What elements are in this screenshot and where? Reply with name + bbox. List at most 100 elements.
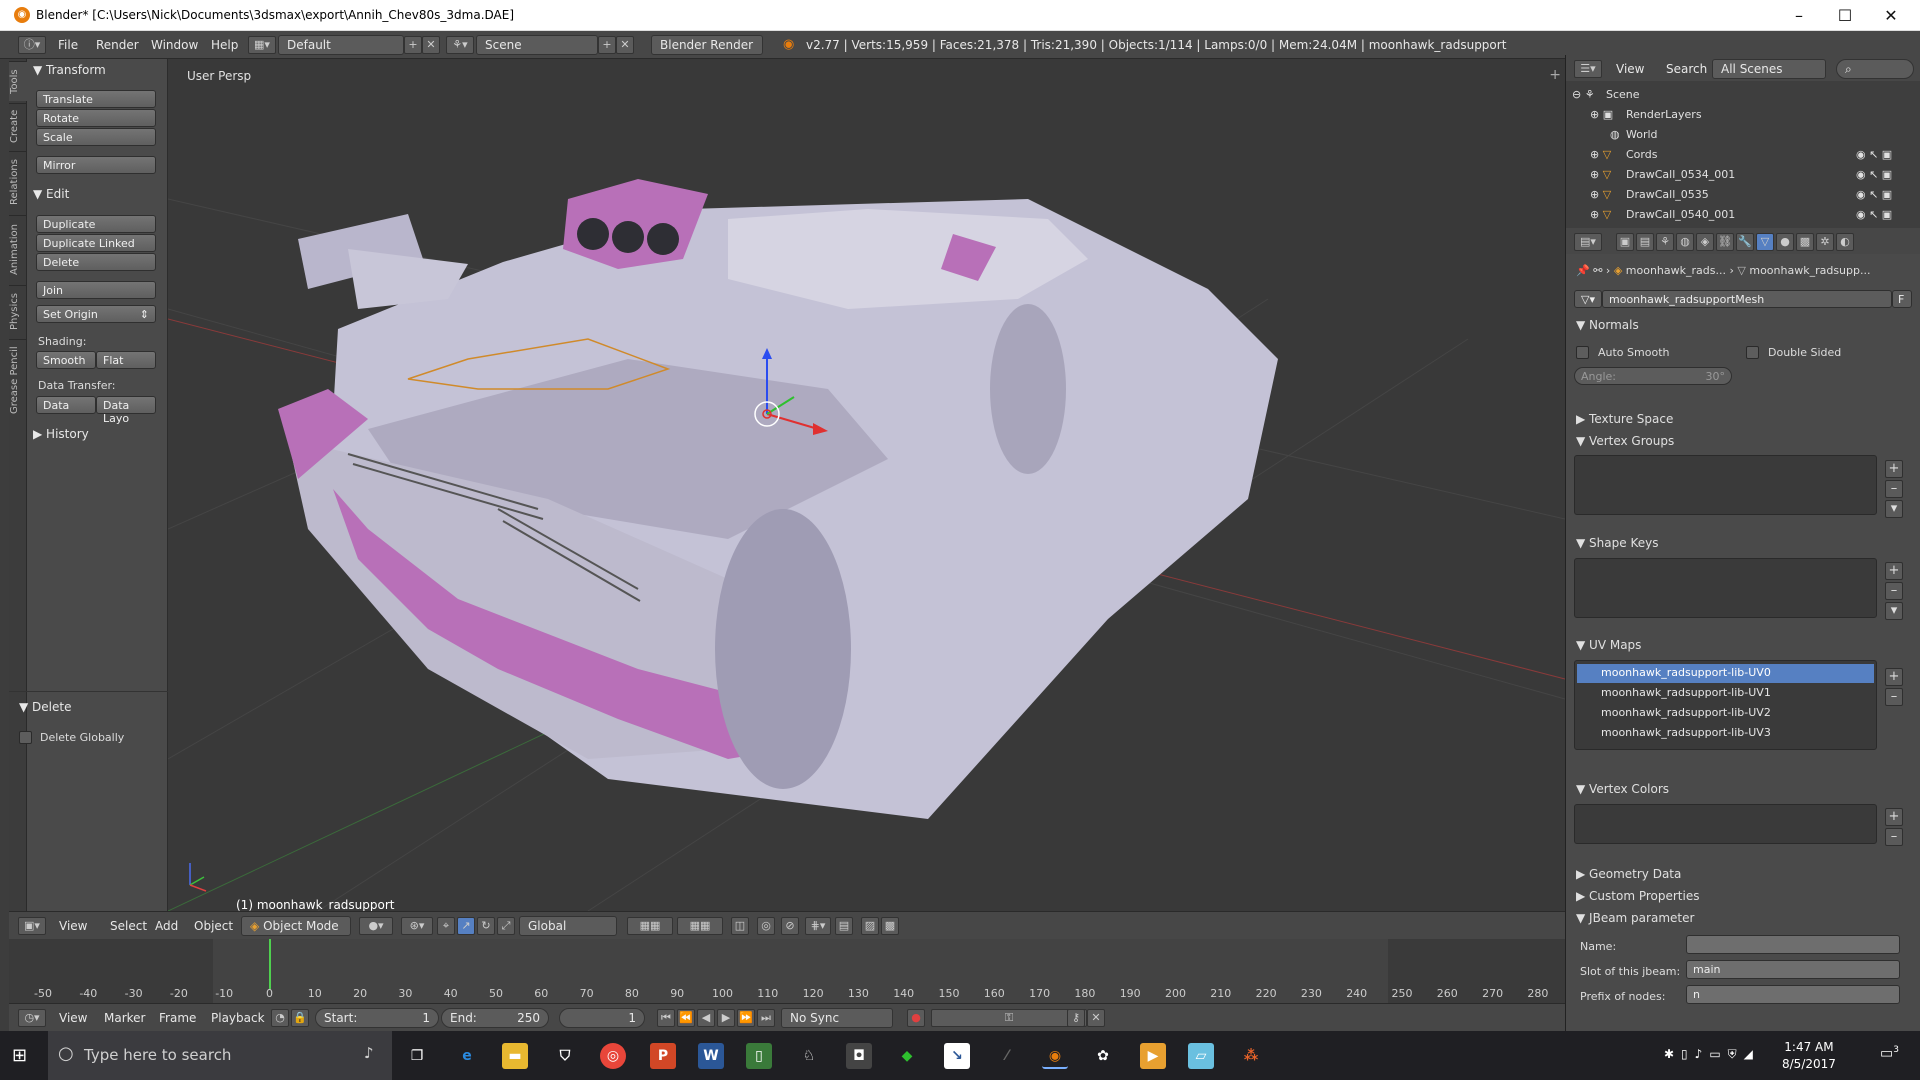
- uv-maps-list[interactable]: moonhawk_radsupport-lib-UV0 moonhawk_rad…: [1574, 660, 1877, 750]
- uv-map-item-3[interactable]: moonhawk_radsupport-lib-UV3: [1577, 724, 1874, 743]
- mesh-browse-icon[interactable]: ▽▾: [1574, 290, 1602, 308]
- outliner-row-scene[interactable]: ⊖ ⚘ Scene: [1566, 85, 1920, 105]
- modifiers-tab-icon[interactable]: 🔧: [1736, 233, 1754, 251]
- rotate-manipulator-icon[interactable]: ↻: [477, 917, 495, 935]
- scene-icon[interactable]: ⚘▾: [446, 36, 474, 54]
- sync-mode-dropdown[interactable]: No Sync: [781, 1008, 893, 1028]
- menu-file[interactable]: File: [58, 38, 78, 52]
- scene-tab-icon[interactable]: ⚘: [1656, 233, 1674, 251]
- remove-layout-icon[interactable]: ✕: [422, 36, 440, 54]
- shape-key-remove-button[interactable]: –: [1885, 582, 1903, 600]
- delete-globally-checkbox[interactable]: [19, 731, 32, 744]
- layers-grid-a[interactable]: ▦▦: [627, 917, 673, 935]
- screen-layout-icon[interactable]: ▦▾: [248, 36, 276, 54]
- menu-select[interactable]: Select: [110, 919, 147, 933]
- delete-button[interactable]: Delete: [36, 253, 156, 271]
- tab-tools[interactable]: Tools: [9, 61, 27, 101]
- outliner-display-mode-dropdown[interactable]: All Scenes: [1712, 59, 1826, 79]
- app-icon-9[interactable]: ▱: [1188, 1043, 1214, 1069]
- remove-scene-icon[interactable]: ✕: [616, 36, 634, 54]
- snap-target-icon[interactable]: ▤: [835, 917, 853, 935]
- shape-key-add-button[interactable]: +: [1885, 562, 1903, 580]
- scale-manipulator-icon[interactable]: ⤢: [497, 917, 515, 935]
- outliner-row-drawcall-0534[interactable]: ⊕ ▽ DrawCall_0534_001 ◉ ↖ ▣: [1566, 165, 1920, 185]
- vertex-groups-panel-header[interactable]: ▼ Vertex Groups: [1576, 434, 1674, 448]
- app-icon-2[interactable]: ♘: [796, 1043, 822, 1069]
- microphone-icon[interactable]: ♪: [364, 1044, 374, 1062]
- uv-map-item-1[interactable]: moonhawk_radsupport-lib-UV1: [1577, 684, 1874, 703]
- texture-space-panel-header[interactable]: ▶ Texture Space: [1576, 412, 1673, 426]
- jbeam-name-input[interactable]: [1686, 935, 1900, 954]
- outliner-search-input[interactable]: ⌕: [1836, 59, 1914, 79]
- object-tab-icon[interactable]: ◈: [1696, 233, 1714, 251]
- render-engine-dropdown[interactable]: Blender Render: [651, 35, 763, 55]
- mesh-name-field[interactable]: moonhawk_radsupportMesh: [1602, 290, 1892, 308]
- tab-relations[interactable]: Relations: [9, 151, 27, 213]
- blender-taskbar-icon[interactable]: ◉: [1042, 1043, 1068, 1069]
- add-scene-icon[interactable]: +: [598, 36, 616, 54]
- translate-manipulator-icon[interactable]: ↗: [457, 917, 475, 935]
- close-button[interactable]: ✕: [1868, 0, 1914, 31]
- texture-tab-icon[interactable]: ▩: [1796, 233, 1814, 251]
- timeline[interactable]: -50 -40 -30 -20 -10 0 10 20 30 40 50 60 70 80 90 100 110…: [9, 939, 1565, 1003]
- outliner-row-drawcall-0535[interactable]: ⊕ ▽ DrawCall_0535 ◉ ↖ ▣: [1566, 185, 1920, 205]
- transform-panel-header[interactable]: ▼ Transform: [33, 63, 106, 77]
- vertex-colors-panel-header[interactable]: ▼ Vertex Colors: [1576, 782, 1669, 796]
- editor-type-icon[interactable]: ⓘ▾: [18, 36, 46, 54]
- translate-button[interactable]: Translate: [36, 90, 156, 108]
- minimize-button[interactable]: –: [1776, 0, 1822, 31]
- interaction-mode-dropdown[interactable]: ◈ Object Mode: [241, 916, 351, 936]
- app-icon-7[interactable]: ✿: [1090, 1043, 1116, 1069]
- store-icon[interactable]: ⛉: [552, 1043, 578, 1069]
- next-keyframe-icon[interactable]: ⏩: [737, 1009, 755, 1027]
- data-layout-button[interactable]: Data Layo: [96, 396, 156, 425]
- jump-start-icon[interactable]: ⏮: [657, 1009, 675, 1027]
- pivot-point-icon[interactable]: ⊛▾: [401, 917, 433, 935]
- lock-camera-icon[interactable]: ◫: [731, 917, 749, 935]
- screen-layout-dropdown[interactable]: Default: [278, 35, 404, 55]
- smooth-button[interactable]: Smooth: [36, 351, 96, 369]
- menu-frame[interactable]: Frame: [159, 1011, 196, 1025]
- app-icon-6[interactable]: ⁄: [994, 1043, 1020, 1069]
- duplicate-linked-button[interactable]: Duplicate Linked: [36, 234, 156, 252]
- prev-keyframe-icon[interactable]: ⏪: [677, 1009, 695, 1027]
- jbeam-panel-header[interactable]: ▼ JBeam parameter: [1576, 911, 1694, 925]
- delete-keyframe-icon[interactable]: ✕: [1087, 1009, 1105, 1027]
- lock-range-icon[interactable]: 🔒: [291, 1009, 309, 1027]
- operator-panel-header[interactable]: ▼ Delete: [19, 700, 71, 714]
- app-icon-4[interactable]: ◆: [894, 1043, 920, 1069]
- tab-physics[interactable]: Physics: [9, 285, 27, 337]
- uv-map-item-0[interactable]: moonhawk_radsupport-lib-UV0: [1577, 664, 1874, 683]
- snap-icon[interactable]: ⊘: [781, 917, 799, 935]
- render-layers-tab-icon[interactable]: ▤: [1636, 233, 1654, 251]
- jbeam-prefix-input[interactable]: n: [1686, 985, 1900, 1004]
- join-button[interactable]: Join: [36, 281, 156, 299]
- maximize-button[interactable]: ☐: [1822, 0, 1868, 31]
- uv-map-remove-button[interactable]: –: [1885, 688, 1903, 706]
- vertex-group-menu-button[interactable]: ▾: [1885, 500, 1903, 518]
- manipulator-icon[interactable]: ⌖: [437, 917, 455, 935]
- outliner-row-drawcall-0540[interactable]: ⊕ ▽ DrawCall_0540_001 ◉ ↖ ▣: [1566, 205, 1920, 225]
- file-explorer-icon[interactable]: ▬: [502, 1043, 528, 1069]
- jbeam-slot-input[interactable]: main: [1686, 960, 1900, 979]
- outliner-row-cords[interactable]: ⊕ ▽ Cords ◉ ↖ ▣: [1566, 145, 1920, 165]
- uv-map-item-2[interactable]: moonhawk_radsupport-lib-UV2: [1577, 704, 1874, 723]
- geometry-data-panel-header[interactable]: ▶ Geometry Data: [1576, 867, 1681, 881]
- edge-icon[interactable]: e: [454, 1043, 480, 1069]
- properties-editor-icon[interactable]: ▤▾: [1574, 233, 1602, 251]
- start-button[interactable]: ⊞: [12, 1045, 27, 1066]
- rotate-button[interactable]: Rotate: [36, 109, 156, 127]
- timeline-editor-icon[interactable]: ◷▾: [18, 1009, 46, 1027]
- viewport-shading-icon[interactable]: ●▾: [359, 917, 393, 935]
- properties-toggle-icon[interactable]: +: [1549, 67, 1561, 83]
- pin-icon[interactable]: 📌: [1576, 264, 1590, 277]
- custom-properties-panel-header[interactable]: ▶ Custom Properties: [1576, 889, 1699, 903]
- start-frame-field[interactable]: Start: 1: [315, 1008, 439, 1028]
- app-icon-1[interactable]: ▯: [746, 1043, 772, 1069]
- add-layout-icon[interactable]: +: [404, 36, 422, 54]
- opengl-render-icon[interactable]: ▩: [881, 917, 899, 935]
- 3d-viewport[interactable]: User Persp (1) moonhawk_radsupport +: [168, 59, 1565, 912]
- taskbar-clock[interactable]: 1:47 AM 8/5/2017: [1782, 1039, 1836, 1073]
- word-icon[interactable]: W: [698, 1043, 724, 1069]
- chrome-icon[interactable]: ◎: [600, 1043, 626, 1069]
